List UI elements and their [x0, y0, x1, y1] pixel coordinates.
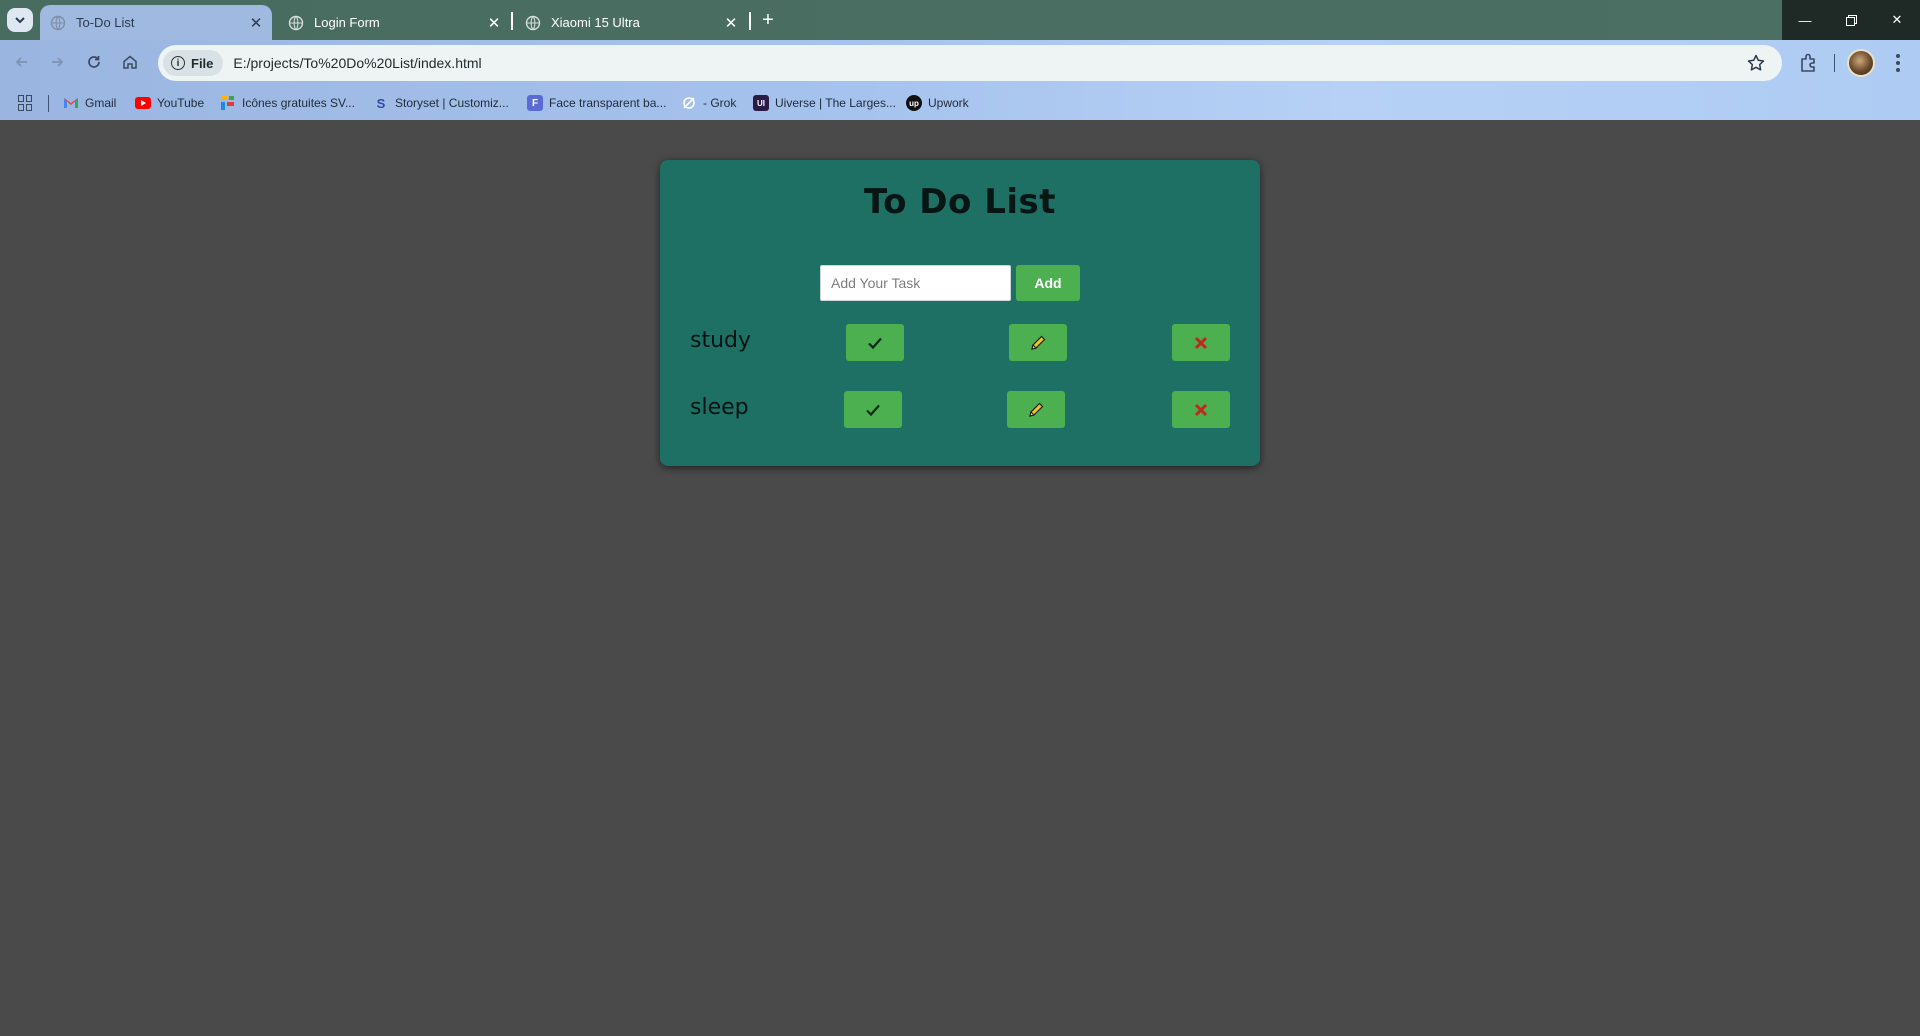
bookmark-face-transparent[interactable]: F Face transparent ba... — [527, 94, 666, 112]
close-icon — [1194, 403, 1208, 416]
globe-icon — [525, 15, 541, 30]
address-bar[interactable]: i File E:/projects/To%20Do%20List/index.… — [158, 45, 1782, 81]
add-task-button[interactable]: Add — [1016, 265, 1080, 301]
minimize-button[interactable]: — — [1782, 0, 1828, 40]
edit-task-button[interactable] — [1009, 324, 1067, 361]
site-info-chip[interactable]: i File — [163, 50, 224, 76]
tab-divider — [511, 12, 513, 30]
bookmark-storyset[interactable]: S Storyset | Customiz... — [373, 94, 509, 112]
task-row: study — [660, 322, 1260, 362]
close-icon[interactable]: ✕ — [246, 13, 266, 33]
delete-task-button[interactable] — [1172, 391, 1230, 428]
close-icon[interactable]: ✕ — [484, 13, 504, 33]
reload-button[interactable] — [82, 50, 106, 74]
complete-task-button[interactable] — [846, 324, 904, 361]
todo-card: To Do List Add study sleep — [660, 160, 1260, 466]
pencil-icon — [1029, 402, 1044, 417]
uiverse-icon: UI — [753, 95, 769, 111]
flaticon-icon — [220, 95, 236, 111]
tab-title: To-Do List — [76, 15, 135, 30]
pencil-icon — [1031, 335, 1046, 350]
reload-icon — [88, 56, 100, 68]
task-input[interactable] — [820, 265, 1011, 301]
check-icon — [868, 337, 882, 349]
bookmark-uiverse[interactable]: UI Uiverse | The Larges... — [753, 94, 896, 112]
minimize-icon: — — [1798, 12, 1812, 28]
star-icon[interactable] — [1746, 53, 1766, 73]
arrow-left-icon — [15, 57, 27, 67]
window-controls: — ✕ — [1782, 0, 1920, 40]
check-icon — [866, 404, 880, 416]
close-icon: ✕ — [1891, 12, 1903, 27]
plus-icon: + — [762, 8, 774, 31]
restore-icon — [1845, 14, 1857, 26]
bookmarks-divider — [48, 95, 49, 112]
tab-login-form[interactable]: Login Form ✕ — [278, 5, 510, 40]
tab-strip: To-Do List ✕ Login Form ✕ Xiaomi 15 Ultr… — [0, 0, 1920, 40]
arrow-right-icon — [52, 57, 64, 67]
close-icon[interactable]: ✕ — [721, 13, 741, 33]
task-label: study — [690, 328, 752, 353]
page-title: To Do List — [863, 182, 1057, 222]
delete-task-button[interactable] — [1172, 324, 1230, 361]
back-button[interactable] — [10, 50, 34, 74]
tab-todo-list[interactable]: To-Do List ✕ — [40, 5, 272, 40]
bookmark-gmail[interactable]: Gmail — [63, 94, 116, 112]
bookmark-upwork[interactable]: up Upwork — [906, 94, 969, 112]
kebab-menu-icon[interactable] — [1888, 51, 1908, 75]
bookmark-youtube[interactable]: YouTube — [135, 94, 204, 112]
bookmark-grok[interactable]: - Grok — [681, 94, 736, 112]
chevron-down-icon — [15, 17, 25, 24]
grok-icon — [681, 95, 697, 111]
youtube-icon — [135, 97, 151, 109]
tab-title: Login Form — [314, 15, 380, 30]
close-icon — [1194, 336, 1208, 349]
new-tab-button[interactable]: + — [757, 8, 779, 32]
face-icon: F — [527, 95, 543, 111]
tab-xiaomi[interactable]: Xiaomi 15 Ultra ✕ — [515, 5, 747, 40]
browser-chrome: To-Do List ✕ Login Form ✕ Xiaomi 15 Ultr… — [0, 0, 1920, 120]
forward-button[interactable] — [45, 50, 69, 74]
close-window-button[interactable]: ✕ — [1874, 0, 1920, 40]
home-button[interactable] — [118, 50, 142, 74]
apps-grid-icon[interactable] — [18, 95, 34, 111]
task-label: sleep — [690, 395, 749, 420]
tab-divider — [749, 12, 751, 30]
site-info-label: File — [191, 55, 214, 71]
globe-icon — [288, 15, 304, 30]
upwork-icon: up — [906, 95, 922, 111]
info-icon: i — [171, 56, 185, 70]
complete-task-button[interactable] — [844, 391, 902, 428]
globe-icon — [50, 15, 66, 30]
toolbar: i File E:/projects/To%20Do%20List/index.… — [0, 40, 1920, 86]
url-text: E:/projects/To%20Do%20List/index.html — [233, 55, 482, 71]
tab-title: Xiaomi 15 Ultra — [551, 15, 640, 30]
bookmark-flaticon[interactable]: Icônes gratuites SV... — [220, 94, 355, 112]
restore-button[interactable] — [1828, 0, 1874, 40]
home-icon — [123, 55, 137, 69]
bookmarks-bar: Gmail YouTube Icônes gratuites SV... S S… — [0, 86, 1920, 120]
storyset-icon: S — [376, 95, 386, 111]
extensions-icon[interactable] — [1797, 51, 1821, 75]
edit-task-button[interactable] — [1007, 391, 1065, 428]
task-row: sleep — [660, 389, 1260, 429]
gmail-icon — [63, 95, 79, 111]
toolbar-divider — [1834, 54, 1835, 72]
tab-search-button[interactable] — [7, 8, 33, 32]
avatar[interactable] — [1847, 49, 1875, 77]
